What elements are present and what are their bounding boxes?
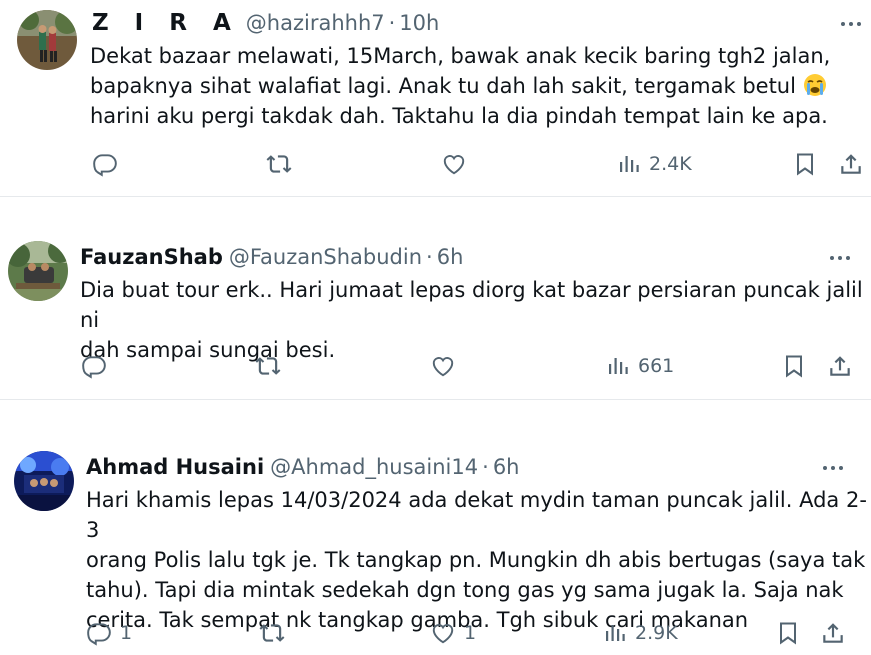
more-icon[interactable] (825, 248, 855, 268)
tweet-header: Z I R A @hazirahhh7 · 10h (92, 10, 439, 36)
more-icon[interactable] (818, 458, 848, 478)
separator-dot: · (388, 11, 396, 35)
like-button[interactable]: 1 (430, 620, 476, 646)
like-count: 1 (464, 622, 477, 644)
retweet-icon (259, 624, 285, 642)
like-icon (432, 357, 454, 377)
avatar[interactable] (14, 451, 74, 511)
avatar[interactable] (17, 10, 77, 70)
user-handle[interactable]: @Ahmad_husaini14 (270, 455, 478, 479)
tweet-text-part: harini aku pergi takdak dah. Taktahu la … (90, 104, 828, 128)
tweet-1[interactable]: Z I R A @hazirahhh7 · 10h Dekat bazaar m… (0, 0, 871, 196)
bookmark-button[interactable] (793, 151, 817, 177)
share-icon (823, 623, 843, 643)
share-icon (830, 356, 850, 376)
loudly-crying-face-icon (803, 73, 827, 97)
retweet-button[interactable] (266, 151, 300, 177)
separator-dot: · (482, 455, 489, 479)
views-count: 2.4K (649, 153, 692, 175)
user-handle[interactable]: @FauzanShabudin (229, 245, 422, 269)
display-name[interactable]: Z I R A (92, 10, 240, 36)
views-button[interactable]: 661 (606, 353, 674, 379)
reply-count: 1 (120, 622, 133, 644)
share-button[interactable] (827, 353, 853, 379)
timestamp[interactable]: 6h (437, 245, 464, 269)
like-button[interactable] (441, 151, 475, 177)
reply-icon (93, 154, 117, 177)
divider (0, 399, 871, 435)
more-icon[interactable] (836, 14, 866, 34)
retweet-button[interactable] (255, 353, 289, 379)
tweet-header: FauzanShab @FauzanShabudin · 6h (80, 245, 463, 269)
views-count: 661 (638, 355, 675, 377)
retweet-icon (266, 155, 292, 173)
views-count: 2.9K (635, 622, 678, 644)
share-button[interactable] (838, 151, 864, 177)
bookmark-icon (786, 355, 802, 378)
like-icon (443, 155, 465, 175)
reply-icon (87, 623, 111, 646)
display-name[interactable]: Ahmad Husaini (86, 455, 264, 479)
avatar[interactable] (8, 241, 68, 301)
reply-icon (82, 356, 106, 379)
tweet-text: Dekat bazaar melawati, 15March, bawak an… (90, 41, 830, 131)
display-name[interactable]: FauzanShab (80, 245, 223, 269)
divider (0, 196, 871, 224)
views-icon (609, 358, 628, 374)
timestamp[interactable]: 10h (399, 11, 439, 35)
reply-button[interactable]: 1 (86, 620, 132, 646)
like-button[interactable] (430, 353, 464, 379)
bookmark-button[interactable] (776, 620, 800, 646)
timestamp[interactable]: 6h (493, 455, 520, 479)
views-icon (620, 156, 639, 172)
share-button[interactable] (820, 620, 846, 646)
tweet-text: Hari khamis lepas 14/03/2024 ada dekat m… (86, 488, 867, 632)
tweet-text: Dia buat tour erk.. Hari jumaat lepas di… (80, 278, 863, 362)
bookmark-button[interactable] (782, 353, 806, 379)
views-button[interactable]: 2.4K (617, 151, 692, 177)
reply-button[interactable] (81, 353, 115, 379)
separator-dot: · (426, 245, 433, 269)
retweet-icon (255, 357, 281, 375)
tweet-2[interactable]: FauzanShab @FauzanShabudin · 6h Dia buat… (0, 223, 871, 399)
like-icon (432, 624, 454, 644)
bookmark-icon (780, 622, 796, 645)
views-button[interactable]: 2.9K (603, 620, 678, 646)
views-icon (606, 625, 625, 641)
user-handle[interactable]: @hazirahhh7 (246, 11, 385, 35)
retweet-button[interactable] (259, 620, 293, 646)
share-icon (841, 154, 861, 174)
tweet-text-part: Dekat bazaar melawati, 15March, bawak an… (90, 44, 831, 98)
bookmark-icon (797, 153, 813, 176)
reply-button[interactable] (92, 151, 126, 177)
tweet-header: Ahmad Husaini @Ahmad_husaini14 · 6h (86, 455, 519, 479)
tweet-3[interactable]: Ahmad Husaini @Ahmad_husaini14 · 6h Hari… (0, 434, 871, 655)
